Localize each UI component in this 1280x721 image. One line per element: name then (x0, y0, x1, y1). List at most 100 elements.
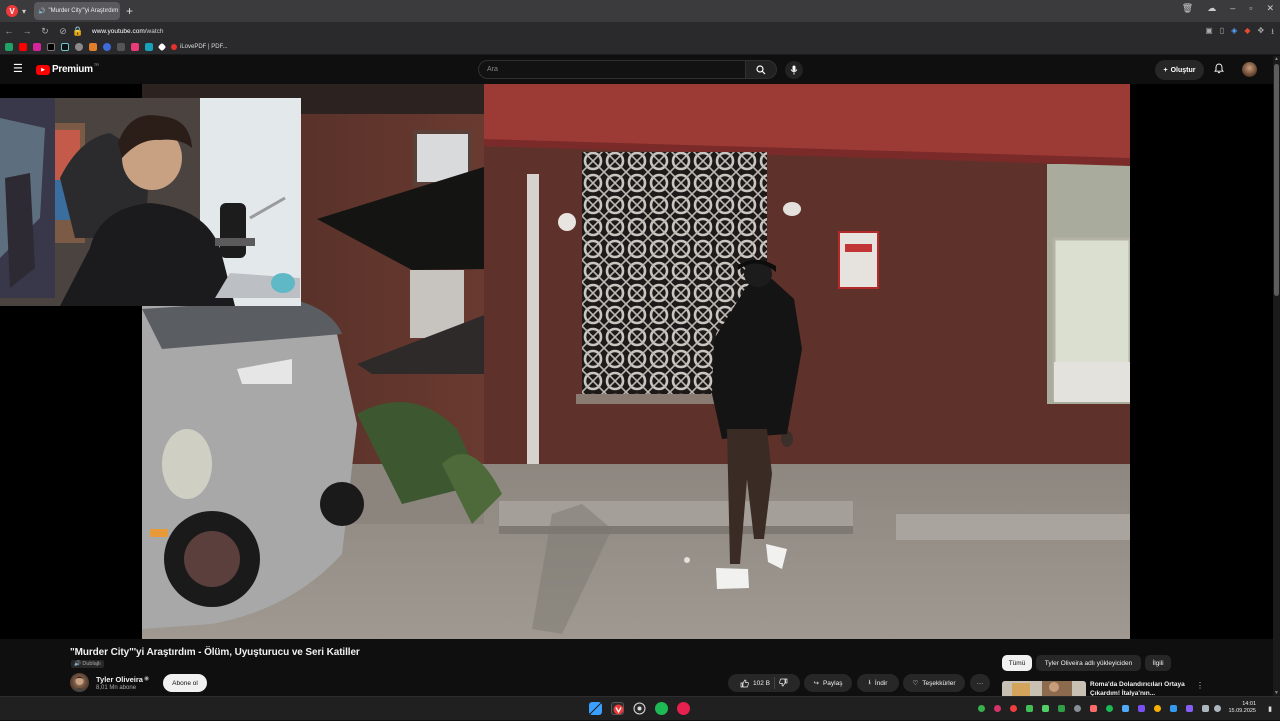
plus-icon: + (1163, 66, 1168, 74)
reload-icon[interactable]: ↻ (36, 26, 54, 37)
like-dislike-group: 102 B (728, 674, 800, 692)
microphone-icon (790, 65, 798, 75)
download-button[interactable]: ⭳ İndir (857, 674, 899, 692)
share-button[interactable]: ↪ Paylaş (804, 674, 852, 692)
security-icon[interactable]: ⊘ (54, 26, 72, 37)
bookmark-icon[interactable]: ▯ (1220, 26, 1224, 40)
extensions-icon[interactable]: ✥ (1257, 26, 1264, 40)
taskbar: 14:01 15.09.2025 ▮ (0, 696, 1280, 720)
scroll-up-icon[interactable]: ▲ (1274, 56, 1279, 62)
channel-avatar[interactable] (70, 673, 89, 692)
bookmark-icon[interactable] (75, 43, 83, 51)
tray-icon[interactable] (1186, 705, 1193, 712)
recommendation-title[interactable]: Roma'da Dolandırıcıları Ortaya Çıkardım!… (1090, 681, 1194, 696)
clock-time: 14:01 (1242, 701, 1256, 707)
url-field[interactable]: www.youtube.com/watch (92, 28, 164, 35)
mic-button[interactable] (785, 61, 803, 79)
tray-icon[interactable] (978, 705, 985, 712)
tray-icon[interactable] (994, 705, 1001, 712)
chevron-down-icon[interactable]: ▾ (22, 7, 26, 16)
spotify-taskbar-icon[interactable] (655, 702, 668, 715)
x-bookmark-icon[interactable] (47, 43, 55, 51)
chip-all[interactable]: Tümü (1002, 655, 1032, 671)
vivaldi-taskbar-icon[interactable] (611, 702, 624, 715)
bookmark-icon[interactable] (89, 43, 97, 51)
chip-uploader[interactable]: Tyler Oliveira adlı yükleyiciden (1036, 655, 1141, 671)
tray-icon[interactable] (1010, 705, 1017, 712)
tray-icon[interactable] (1074, 705, 1081, 712)
like-button[interactable]: 102 B (740, 679, 770, 688)
back-icon[interactable]: ← (0, 26, 18, 36)
page-scrollbar[interactable]: ▲ ▼ (1273, 56, 1280, 696)
bookmark-icon[interactable] (145, 43, 153, 51)
maximize-button[interactable]: ▫ (1249, 3, 1252, 14)
bookmark-ilovepdf[interactable]: iLovePDF | PDF... (180, 44, 228, 50)
browser-logo-icon[interactable]: V (6, 5, 18, 17)
thanks-button[interactable]: ♡ Teşekkürler (903, 674, 965, 692)
download-icon[interactable]: ⭳ (1271, 26, 1274, 40)
bookmark-icon[interactable] (117, 43, 125, 51)
app-taskbar-icon[interactable] (677, 702, 690, 715)
tray-icon[interactable] (1170, 705, 1177, 712)
windows-start-icon[interactable] (589, 702, 602, 715)
tray-icon[interactable] (1026, 705, 1033, 712)
extension-icon[interactable]: ◈ (1231, 26, 1237, 40)
create-button[interactable]: + Oluştur (1155, 60, 1204, 80)
chip-related[interactable]: İlgili (1145, 655, 1171, 671)
new-tab-button[interactable]: + (126, 4, 133, 18)
browser-tab-strip: V ▾ 🔊 "Murder City"'yi Araştırdım + 🗑 ☁ … (0, 0, 1280, 22)
lock-icon[interactable]: 🔒 (72, 26, 83, 37)
browser-tab-active[interactable]: 🔊 "Murder City"'yi Araştırdım (34, 2, 121, 20)
menu-icon[interactable]: ☰ (13, 64, 23, 75)
youtube-logo[interactable]: ▶ Premium TR (36, 62, 99, 75)
close-button[interactable]: ✕ (1266, 3, 1274, 14)
recommendation-thumbnail[interactable] (1002, 681, 1086, 696)
share-icon: ↪ (813, 680, 819, 687)
bookmark-icon[interactable] (103, 43, 111, 51)
play-icon: ▶ (36, 64, 50, 75)
reader-icon[interactable]: ▣ (1205, 26, 1213, 40)
extension-icon[interactable]: ◆ (1244, 26, 1250, 40)
search-icon (756, 64, 766, 74)
scrollbar-thumb[interactable] (1274, 64, 1279, 296)
tray-icon[interactable] (1106, 705, 1113, 712)
tray-icon[interactable] (1122, 705, 1129, 712)
dubbed-badge: 🔊 Dublajlı (71, 660, 104, 668)
tray-icon[interactable] (1138, 705, 1145, 712)
notifications-icon[interactable]: ▮ (1268, 705, 1272, 713)
more-vertical-icon[interactable]: ⋮ (1196, 681, 1204, 690)
subscriber-count: 8,01 Mn abone (96, 685, 137, 691)
volume-icon[interactable] (1214, 705, 1221, 712)
sheets-bookmark-icon[interactable] (5, 43, 13, 51)
notifications-icon[interactable] (1214, 63, 1224, 77)
network-icon[interactable] (1202, 705, 1209, 712)
more-actions-button[interactable]: ··· (970, 674, 990, 692)
tray-icon[interactable] (1090, 705, 1097, 712)
tray-icon[interactable] (1042, 705, 1049, 712)
channel-name[interactable]: Tyler Oliveira (96, 675, 143, 684)
ilovepdf-icon[interactable] (171, 44, 177, 50)
clock-date: 15.09.2025 (1228, 708, 1256, 714)
bookmark-icon[interactable] (157, 42, 167, 52)
bookmark-icon[interactable] (131, 43, 139, 51)
webcam-overlay (0, 98, 301, 306)
subscribe-button[interactable]: Abone ol (163, 674, 207, 692)
cloud-icon[interactable]: ☁ (1207, 3, 1216, 14)
youtube-bookmark-icon[interactable] (19, 43, 27, 51)
tray-icon[interactable] (1058, 705, 1065, 712)
user-avatar[interactable] (1242, 62, 1257, 77)
tiktok-bookmark-icon[interactable] (61, 43, 69, 51)
forward-icon[interactable]: → (18, 26, 36, 36)
video-player[interactable] (0, 84, 1273, 639)
search-button[interactable] (746, 60, 777, 79)
search-input[interactable]: Ara (478, 60, 746, 79)
system-clock[interactable]: 14:01 15.09.2025 (1228, 701, 1256, 715)
instagram-bookmark-icon[interactable] (33, 43, 41, 51)
trash-icon[interactable]: 🗑 (1182, 3, 1193, 14)
tray-icon[interactable] (1154, 705, 1161, 712)
video-title: "Murder City"'yi Araştırdım - Ölüm, Uyuş… (70, 647, 360, 658)
obs-taskbar-icon[interactable] (633, 702, 646, 715)
minimize-button[interactable]: – (1230, 3, 1235, 14)
dislike-button[interactable] (779, 678, 788, 689)
speaker-icon[interactable]: 🔊 (38, 8, 45, 15)
